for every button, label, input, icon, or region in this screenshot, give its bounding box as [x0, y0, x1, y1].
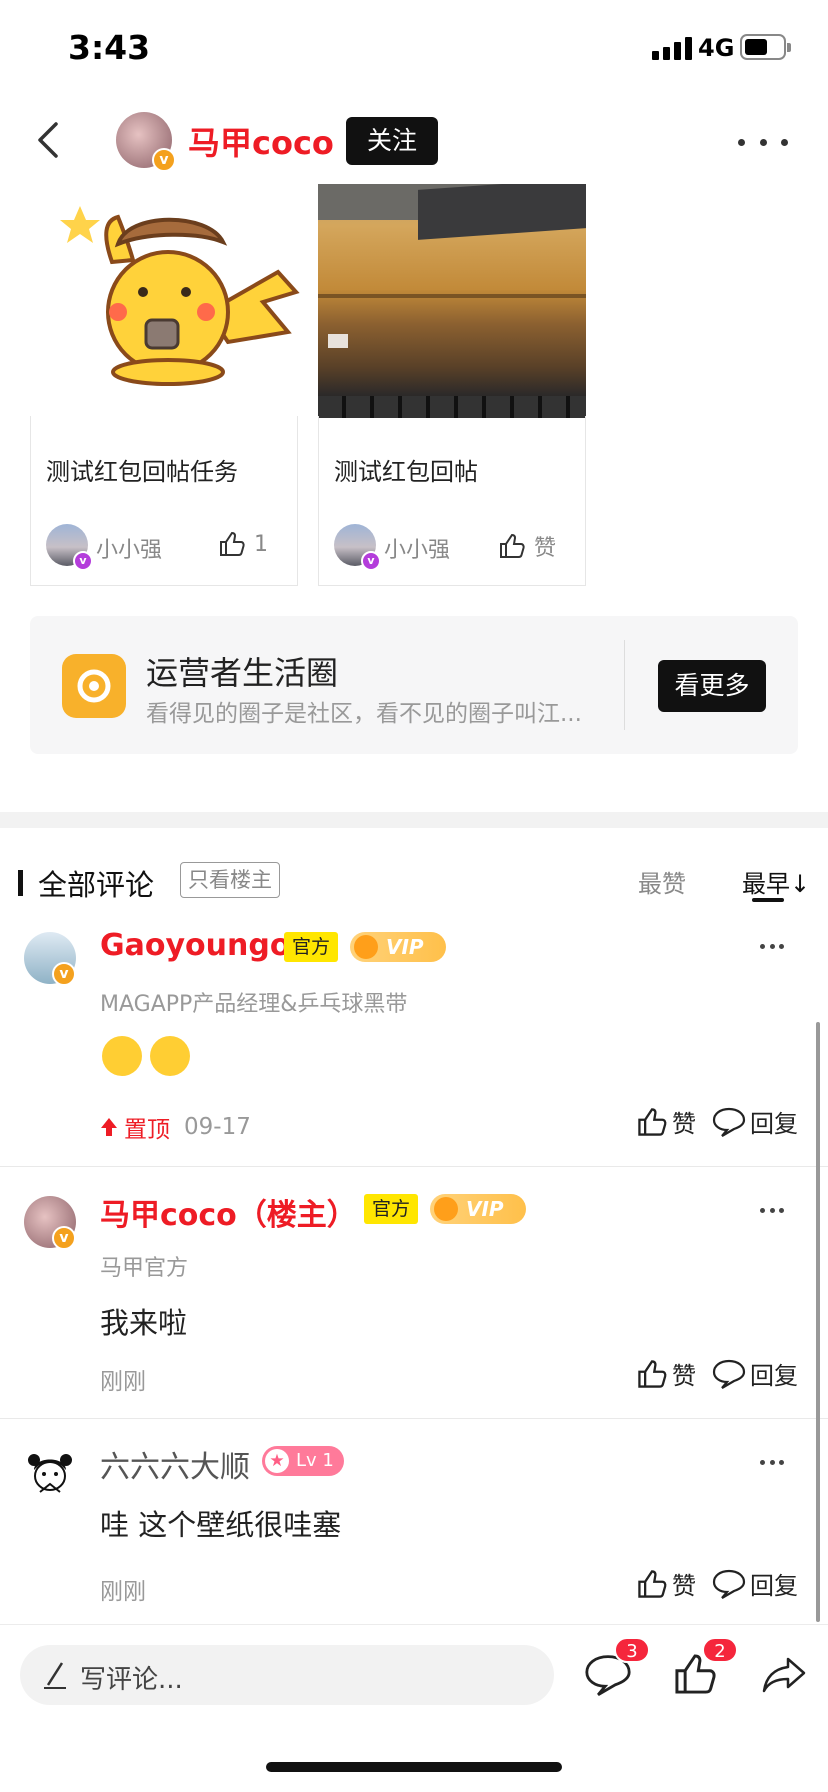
circle-logo-icon — [62, 654, 126, 718]
thumbs-up-icon — [638, 1107, 667, 1136]
network-label: 4G — [698, 34, 735, 62]
comment-time: 09-17 — [184, 1114, 251, 1140]
follow-button[interactable]: 关注 — [346, 117, 438, 165]
vip-badge: VIP — [350, 932, 446, 962]
reply-button[interactable]: 回复 — [712, 1566, 798, 1601]
commenter-name[interactable]: 马甲coco（楼主） — [100, 1190, 357, 1234]
section-divider — [0, 812, 828, 828]
battery-icon — [740, 34, 791, 60]
circle-promo[interactable]: 运营者生活圈 看得见的圈子是社区，看不见的圈子叫江... 看更多 — [30, 616, 798, 754]
card-username: 小小强 — [96, 538, 163, 563]
scrollbar[interactable] — [816, 1022, 820, 1622]
like-button[interactable]: 赞 — [636, 1104, 696, 1139]
commenter-subtitle: 马甲官方 — [100, 1256, 189, 1281]
circle-description: 看得见的圈子是社区，看不见的圈子叫江... — [146, 701, 582, 727]
sort-early-tab[interactable]: 最早↓ — [742, 864, 810, 899]
like-post-button[interactable]: 2 — [672, 1637, 738, 1699]
share-button[interactable] — [760, 1651, 808, 1699]
status-bar: 3:43 4G — [0, 0, 828, 100]
user-avatar[interactable]: v — [334, 524, 381, 571]
user-avatar[interactable]: v — [46, 524, 93, 571]
comment-actions: 赞 回复 — [636, 1566, 798, 1601]
emoji-icon — [102, 1036, 142, 1076]
more-icon[interactable] — [760, 1460, 784, 1468]
comments-button[interactable]: 3 — [584, 1637, 650, 1699]
like-button[interactable]: 赞 — [636, 1566, 696, 1601]
post-header: v 马甲coco 关注 — [0, 100, 828, 184]
share-icon — [762, 1657, 806, 1693]
more-icon[interactable] — [760, 944, 784, 952]
emoji-icon — [150, 1036, 190, 1076]
post-card[interactable]: 测试红包回帖任务 v 小小强 1 — [30, 184, 300, 586]
comment-input[interactable]: 写评论... — [20, 1645, 554, 1705]
desk-photo-image — [318, 184, 586, 418]
comment-actions: 赞 回复 — [636, 1356, 798, 1391]
pinned-label: 置顶 — [100, 1110, 170, 1144]
comments-title: 全部评论 — [38, 868, 155, 902]
status-time: 3:43 — [68, 28, 151, 67]
comment-placeholder: 写评论... — [80, 1665, 183, 1695]
card-title: 测试红包回帖 — [334, 458, 478, 486]
like-count-badge: 2 — [702, 1637, 738, 1663]
comment-time: 刚刚 — [100, 1579, 146, 1605]
home-indicator[interactable] — [266, 1762, 562, 1772]
card-username: 小小强 — [384, 538, 451, 563]
thumbs-up-icon — [220, 531, 245, 556]
back-arrow-icon[interactable] — [28, 118, 72, 162]
comment-count-badge: 3 — [614, 1637, 650, 1663]
comment-meta: 置顶 09-17 — [100, 1110, 251, 1144]
like-button[interactable]: 赞 — [636, 1356, 696, 1391]
vip-badge: VIP — [430, 1194, 526, 1224]
like-count: 1 — [254, 531, 268, 557]
like-button[interactable]: 赞 — [498, 530, 556, 562]
commenter-name[interactable]: Gaoyoungor — [100, 928, 305, 963]
comments-header: 全部评论 只看楼主 最赞 最早↓ — [0, 828, 828, 928]
reply-button[interactable]: 回复 — [712, 1104, 798, 1139]
post-card[interactable]: 测试红包回帖 v 小小强 赞 — [318, 184, 586, 586]
author-name[interactable]: 马甲coco — [188, 118, 334, 164]
circle-title: 运营者生活圈 — [146, 654, 339, 692]
commenter-name[interactable]: 六六六大顺 — [100, 1442, 250, 1486]
commenter-avatar[interactable] — [24, 1446, 76, 1498]
level-badge: ★ Lv 1 — [262, 1446, 344, 1476]
thumbs-up-icon — [500, 533, 525, 558]
official-badge: 官方 — [364, 1194, 419, 1224]
comment-text: 我来啦 — [100, 1306, 188, 1340]
comment-text: 哇 这个壁纸很哇塞 — [100, 1508, 342, 1542]
comment-bubble-icon — [712, 1359, 746, 1389]
commenter-subtitle: MAGAPP产品经理&乒乓球黑带 — [100, 992, 408, 1017]
comment-bubble-icon — [712, 1107, 746, 1137]
pen-icon — [44, 1662, 66, 1689]
comment-time: 刚刚 — [100, 1369, 146, 1395]
only-op-button[interactable]: 只看楼主 — [180, 862, 280, 898]
official-badge: 官方 — [284, 932, 339, 962]
thumbs-up-icon — [638, 1359, 667, 1388]
see-more-button[interactable]: 看更多 — [658, 660, 766, 712]
verified-icon: v — [52, 962, 76, 986]
card-title: 测试红包回帖任务 — [46, 458, 238, 486]
verified-icon: v — [52, 1226, 76, 1250]
pin-up-icon — [101, 1118, 117, 1136]
pikachu-image — [60, 206, 300, 386]
like-label: 赞 — [534, 536, 557, 561]
comment-bubble-icon — [712, 1569, 746, 1599]
verified-icon: v — [152, 148, 176, 172]
like-button[interactable]: 1 — [218, 530, 268, 558]
signal-icon — [652, 36, 692, 60]
author-avatar[interactable]: v — [116, 112, 176, 172]
reply-button[interactable]: 回复 — [712, 1356, 798, 1391]
sort-top-tab[interactable]: 最赞 — [638, 864, 686, 899]
more-icon[interactable] — [760, 1208, 784, 1216]
more-icon[interactable] — [738, 122, 788, 162]
thumbs-up-icon — [638, 1569, 667, 1598]
comment-actions: 赞 回复 — [636, 1104, 798, 1139]
